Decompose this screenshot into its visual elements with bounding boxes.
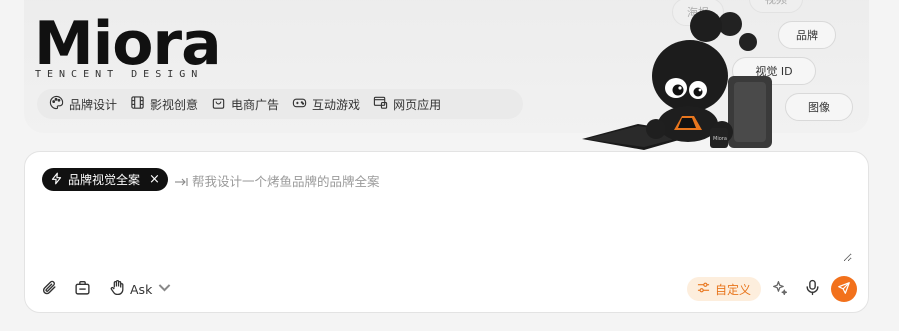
svg-text:Miora: Miora xyxy=(713,136,727,142)
remove-mode-button[interactable]: × xyxy=(149,172,160,187)
web-app-icon xyxy=(373,95,388,113)
mode-chip-label: 品牌视觉全案 xyxy=(68,173,141,187)
category-label: 品牌设计 xyxy=(69,97,118,112)
prompt-input[interactable] xyxy=(192,192,852,262)
sliders-icon xyxy=(697,281,710,297)
enhance-button[interactable] xyxy=(771,279,788,300)
miora-logo: Miora xyxy=(34,9,222,79)
tag-brand[interactable]: 品牌 xyxy=(778,21,836,49)
prompt-placeholder: 帮我设计一个烤鱼品牌的品牌全案 xyxy=(192,174,380,189)
send-button[interactable] xyxy=(831,276,857,302)
send-icon xyxy=(837,280,851,299)
plugin-button[interactable] xyxy=(74,279,91,300)
category-film[interactable]: 影视创意 xyxy=(128,89,209,119)
category-bar: 品牌设计 影视创意 电商广告 互动游戏 网页应用 xyxy=(37,89,523,119)
category-label: 电商广告 xyxy=(231,97,280,112)
category-brand-design[interactable]: 品牌设计 xyxy=(47,89,128,119)
film-icon xyxy=(130,95,145,113)
mascot-illustration: Miora xyxy=(578,6,778,156)
customize-label: 自定义 xyxy=(714,282,751,297)
ask-label: Ask xyxy=(130,281,153,297)
paperclip-icon xyxy=(41,279,58,300)
voice-input-button[interactable] xyxy=(804,279,821,300)
customize-button[interactable]: 自定义 xyxy=(687,277,761,301)
microphone-icon xyxy=(804,279,821,300)
category-label: 网页应用 xyxy=(393,97,442,112)
toolbox-icon xyxy=(74,279,91,300)
mode-chip[interactable]: 品牌视觉全案 × xyxy=(42,168,168,191)
category-game[interactable]: 互动游戏 xyxy=(290,89,371,119)
shopping-bag-icon xyxy=(211,95,226,113)
ask-mode-dropdown[interactable]: Ask xyxy=(109,279,173,299)
sparkle-icon xyxy=(771,279,788,300)
tab-key-icon xyxy=(174,173,188,186)
gamepad-icon xyxy=(292,95,307,113)
logo-subtitle: TENCENT DESIGN xyxy=(35,69,204,80)
palette-icon xyxy=(49,95,64,113)
category-web-app[interactable]: 网页应用 xyxy=(371,89,452,119)
tag-image[interactable]: 图像 xyxy=(785,93,853,121)
category-label: 影视创意 xyxy=(150,97,199,112)
chevron-down-icon xyxy=(156,279,173,299)
attach-button[interactable] xyxy=(41,279,58,300)
hand-icon xyxy=(109,279,126,299)
category-label: 互动游戏 xyxy=(312,97,361,112)
category-ecommerce[interactable]: 电商广告 xyxy=(209,89,290,119)
prompt-panel: 品牌视觉全案 × 帮我设计一个烤鱼品牌的品牌全案 Ask 自定义 xyxy=(24,151,869,313)
lightning-icon xyxy=(50,172,63,188)
